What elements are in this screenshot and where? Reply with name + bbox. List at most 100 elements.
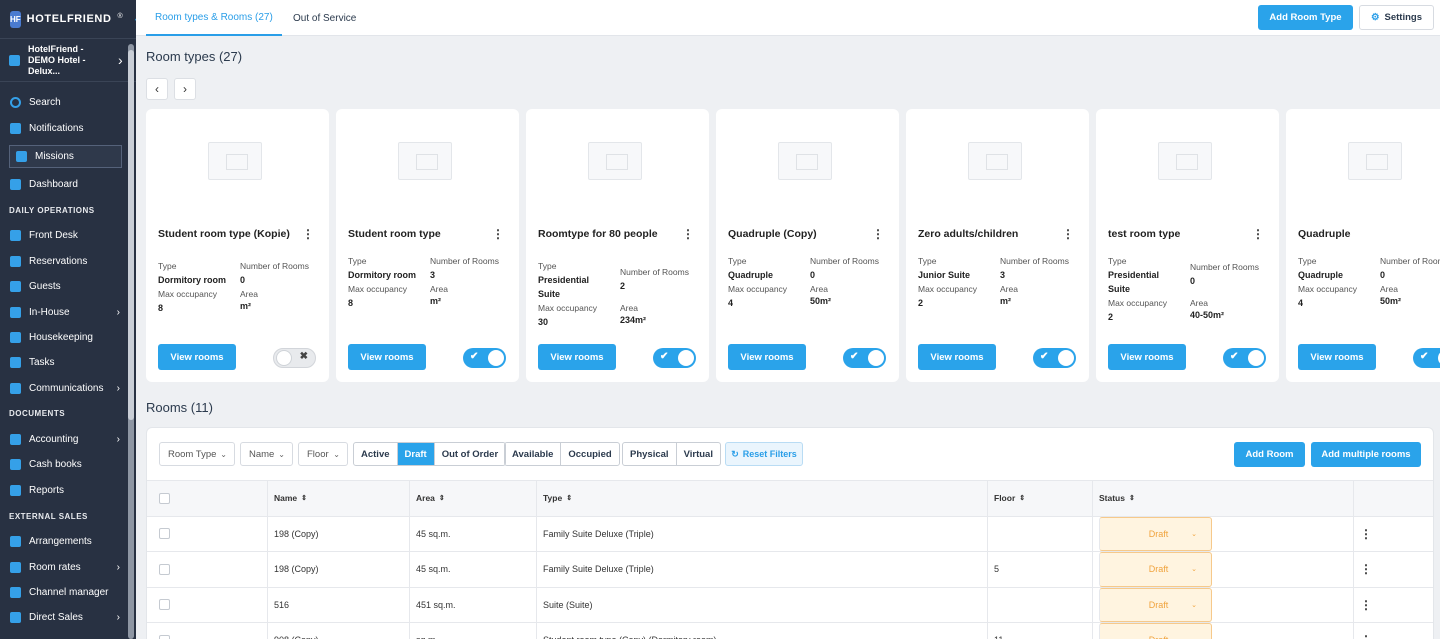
add-room-button[interactable]: Add Room	[1234, 442, 1305, 467]
table-row[interactable]: 516 451 sq.m. Suite (Suite) Draft ⌄ ⋮	[147, 586, 1433, 622]
table-row[interactable]: 198 (Copy) 45 sq.m. Family Suite Deluxe (T…	[147, 551, 1433, 587]
more-options-icon[interactable]: ⋮	[682, 227, 694, 241]
status-dropdown[interactable]: Draft⌄	[1099, 552, 1212, 587]
room-type-toggle[interactable]: ✔	[653, 348, 696, 368]
filter-draft[interactable]: Draft	[397, 443, 435, 465]
sidebar-scroll-thumb[interactable]	[128, 50, 134, 420]
sidebar-item-notifications[interactable]: Notifications	[0, 115, 126, 140]
hotel-switcher[interactable]: HotelFriend - DEMO Hotel - Delux... ›	[0, 38, 136, 82]
row-checkbox[interactable]	[159, 528, 170, 540]
view-rooms-button[interactable]: View rooms	[538, 344, 616, 370]
column-header-floor[interactable]: Floor ⇕	[987, 481, 1092, 516]
next-page-button[interactable]: ›	[174, 78, 196, 100]
add-room-type-button[interactable]: Add Room Type	[1258, 5, 1353, 30]
sidebar-item-in-house[interactable]: In-House ›	[0, 299, 126, 324]
column-header-type[interactable]: Type ⇕	[536, 481, 987, 516]
area-label: Area	[810, 284, 828, 294]
sidebar-item-guests[interactable]: Guests	[0, 274, 126, 299]
room-type-toggle[interactable]: ✔	[1413, 348, 1440, 368]
more-options-icon[interactable]: ⋮	[1062, 227, 1074, 241]
more-options-icon[interactable]: ⋮	[492, 227, 504, 241]
room-type-toggle[interactable]: ✔	[1223, 348, 1266, 368]
max-occupancy-label: Max occupancy	[158, 289, 218, 299]
sidebar-item-search[interactable]: Search	[0, 90, 126, 115]
column-header-label: Name	[274, 493, 298, 504]
filter-virtual[interactable]: Virtual	[677, 443, 720, 465]
room-type-type-value: Dormitory room	[158, 275, 227, 285]
view-rooms-button[interactable]: View rooms	[728, 344, 806, 370]
view-rooms-button[interactable]: View rooms	[918, 344, 996, 370]
filter-available[interactable]: Available	[505, 443, 562, 465]
status-dropdown[interactable]: Draft⌄	[1099, 587, 1212, 622]
sidebar-item-cash-books[interactable]: Cash books	[0, 452, 126, 477]
column-header-name[interactable]: Name ⇕	[267, 481, 409, 516]
sidebar-item-dashboard[interactable]: Dashboard	[0, 172, 126, 197]
row-actions-icon[interactable]: ⋮	[1353, 623, 1433, 639]
sidebar-item-communications[interactable]: Communications ›	[0, 376, 126, 401]
room-type-filter[interactable]: Room Type ⌄	[159, 442, 235, 466]
sort-icon: ⇕	[566, 495, 573, 503]
column-header-area[interactable]: Area ⇕	[409, 481, 536, 516]
table-row[interactable]: 198 (Copy) 45 sq.m. Family Suite Deluxe (T…	[147, 515, 1433, 551]
image-placeholder-icon	[588, 142, 642, 180]
name-filter[interactable]: Name ⌄	[240, 442, 293, 466]
more-options-icon[interactable]: ⋮	[1252, 227, 1264, 241]
prev-page-button[interactable]: ‹	[146, 78, 168, 100]
status-dropdown[interactable]: Draft⌄	[1099, 623, 1212, 639]
sidebar-item-tasks[interactable]: Tasks	[0, 350, 126, 375]
filter-out-of-order[interactable]: Out of Order	[435, 443, 505, 465]
image-placeholder-icon	[1158, 142, 1212, 180]
brand-logo[interactable]: HF HOTELFRIEND ® «	[0, 0, 136, 38]
view-rooms-button[interactable]: View rooms	[348, 344, 426, 370]
filter-occupied[interactable]: Occupied	[561, 443, 618, 465]
sidebar-item-accounting[interactable]: Accounting ›	[0, 427, 126, 452]
floor-filter[interactable]: Floor ⌄	[298, 442, 348, 466]
tab-out-of-service[interactable]: Out of Service	[293, 0, 356, 36]
room-name-cell: 198 (Copy)	[267, 552, 409, 587]
status-dropdown[interactable]: Draft⌄	[1099, 516, 1212, 551]
sidebar-item-reports[interactable]: Reports	[0, 478, 126, 503]
column-header-label: Area	[416, 493, 435, 504]
sidebar-item-label: Arrangements	[29, 536, 92, 548]
room-area-cell: sq.m.	[409, 623, 536, 639]
room-type-toggle[interactable]: ✔	[463, 348, 506, 368]
sidebar-item-housekeeping[interactable]: Housekeeping	[0, 325, 126, 350]
more-options-icon[interactable]: ⋮	[302, 227, 314, 241]
room-type-toggle[interactable]: ✔	[1033, 348, 1076, 368]
reset-filters-button[interactable]: ↻ Reset Filters	[725, 442, 803, 466]
select-all-checkbox[interactable]	[159, 492, 170, 504]
table-row[interactable]: 908 (Copy)sq.m.Student room type (Copy) …	[147, 622, 1433, 639]
sidebar-item-arrangements[interactable]: Arrangements	[0, 529, 126, 554]
row-checkbox[interactable]	[159, 634, 170, 639]
sidebar-item-reservations[interactable]: Reservations	[0, 249, 126, 274]
front-desk-icon	[10, 230, 21, 242]
settings-button[interactable]: ⚙ Settings	[1359, 5, 1434, 30]
room-status-cell: Draft⌄	[1092, 623, 1353, 639]
room-type-toggle[interactable]: ✖	[273, 348, 316, 368]
room-type-title: Student room type	[348, 228, 441, 240]
sidebar-scrollbar[interactable]	[128, 44, 134, 639]
sidebar-item-direct-sales[interactable]: Direct Sales ›	[0, 605, 126, 630]
add-multiple-rooms-button[interactable]: Add multiple rooms	[1311, 442, 1421, 467]
row-checkbox[interactable]	[159, 563, 170, 575]
filter-physical[interactable]: Physical	[623, 443, 677, 465]
sidebar-item-room-rates[interactable]: Room rates ›	[0, 554, 126, 579]
row-actions-icon[interactable]: ⋮	[1353, 552, 1433, 587]
sidebar-item-front-desk[interactable]: Front Desk	[0, 223, 126, 248]
more-options-icon[interactable]: ⋮	[872, 227, 884, 241]
filter-active[interactable]: Active	[354, 443, 398, 465]
rooms-count-label: Number of Rooms	[240, 261, 309, 271]
status-badge: Draft	[1149, 635, 1169, 639]
tab-room-types-rooms[interactable]: Room types & Rooms (27)	[146, 0, 282, 36]
room-type-toggle[interactable]: ✔	[843, 348, 886, 368]
sidebar-item-channel-manager[interactable]: Channel manager	[0, 580, 126, 605]
view-rooms-button[interactable]: View rooms	[1108, 344, 1186, 370]
view-rooms-button[interactable]: View rooms	[158, 344, 236, 370]
row-checkbox[interactable]	[159, 599, 170, 611]
view-rooms-button[interactable]: View rooms	[1298, 344, 1376, 370]
max-occupancy-label: Max occupancy	[538, 303, 598, 313]
column-header-status[interactable]: Status ⇕	[1092, 481, 1353, 516]
row-actions-icon[interactable]: ⋮	[1353, 587, 1433, 622]
sidebar-item-missions[interactable]: Missions	[9, 144, 122, 168]
row-actions-icon[interactable]: ⋮	[1353, 516, 1433, 551]
